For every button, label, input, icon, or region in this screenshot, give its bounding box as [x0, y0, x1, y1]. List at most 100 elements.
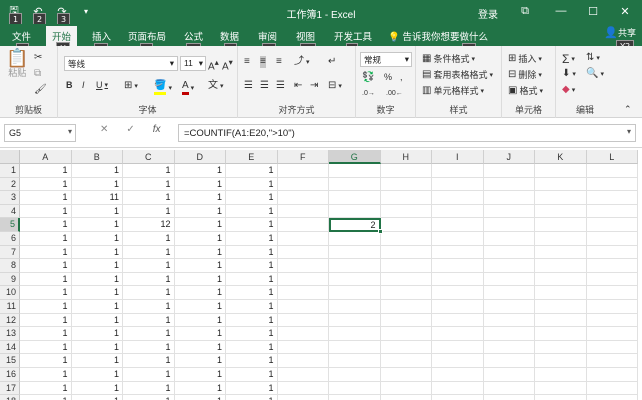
cell[interactable]: 1 [226, 177, 278, 192]
column-header-j[interactable]: J [483, 150, 535, 164]
cell[interactable] [380, 313, 432, 328]
cell[interactable] [586, 218, 638, 232]
cell[interactable]: 1 [123, 368, 175, 382]
cell[interactable]: 1 [71, 354, 123, 368]
cell[interactable] [586, 164, 638, 178]
cell[interactable] [586, 354, 638, 368]
cell[interactable] [432, 272, 484, 287]
cell[interactable]: 1 [20, 204, 72, 219]
cell[interactable]: 1 [71, 300, 123, 314]
tell-me-box[interactable]: 💡 告诉我你想要做什么Q [388, 29, 488, 56]
cell[interactable]: 1 [123, 381, 175, 396]
cell[interactable]: 1 [71, 218, 123, 232]
wrap-text-button[interactable]: ↵ [328, 56, 336, 68]
cell[interactable]: 1 [123, 164, 175, 178]
cell[interactable]: 1 [20, 300, 72, 314]
cell[interactable]: 1 [20, 191, 72, 205]
select-all-button[interactable] [0, 150, 20, 164]
cell[interactable] [586, 259, 638, 273]
percent-button[interactable]: % [384, 72, 392, 82]
cell[interactable] [277, 354, 329, 368]
cell[interactable] [483, 354, 535, 368]
cell[interactable] [277, 300, 329, 314]
cell[interactable]: 1 [174, 381, 226, 396]
cell[interactable]: 1 [71, 177, 123, 192]
cell[interactable]: 1 [71, 340, 123, 355]
cell[interactable]: 1 [174, 272, 226, 287]
cell[interactable] [277, 204, 329, 219]
cell[interactable] [586, 204, 638, 219]
row-header[interactable]: 8 [0, 259, 20, 273]
cell[interactable] [535, 259, 587, 273]
cell[interactable]: 1 [226, 395, 278, 400]
cell[interactable]: 1 [71, 164, 123, 178]
cell[interactable] [277, 272, 329, 287]
fill-button[interactable]: ⬇ ▾ [562, 68, 576, 80]
row-header[interactable]: 9 [0, 272, 20, 287]
cell[interactable] [277, 232, 329, 246]
cell[interactable]: 1 [71, 204, 123, 219]
cell[interactable] [483, 204, 535, 219]
cell[interactable]: 1 [226, 272, 278, 287]
conditional-formatting-button[interactable]: ▦ 条件格式 ▾ [422, 52, 475, 65]
cell[interactable]: 1 [20, 272, 72, 287]
cell[interactable]: 1 [71, 327, 123, 341]
cell[interactable] [432, 313, 484, 328]
cell[interactable]: 1 [20, 340, 72, 355]
cell[interactable] [277, 259, 329, 273]
cell[interactable]: 1 [71, 286, 123, 300]
cell[interactable] [381, 395, 432, 400]
tab-formulas[interactable]: 公式M [184, 29, 203, 56]
cell[interactable]: 1 [174, 300, 226, 314]
cell[interactable]: 1 [174, 204, 226, 219]
row-header[interactable]: 4 [0, 204, 20, 219]
underline-button[interactable]: U ▾ [96, 80, 108, 90]
tab-insert[interactable]: 插入N [92, 29, 111, 56]
tab-page-layout[interactable]: 页面布局P [128, 29, 166, 56]
cell[interactable] [329, 259, 381, 273]
tab-data[interactable]: 数据A [220, 29, 239, 56]
cell[interactable]: 1 [20, 259, 72, 273]
cell[interactable] [586, 245, 638, 260]
cell[interactable]: 1 [71, 245, 123, 260]
cell[interactable]: 1 [226, 259, 278, 273]
column-header-c[interactable]: C [123, 150, 175, 164]
cell[interactable] [432, 368, 484, 382]
cell[interactable]: 1 [123, 300, 175, 314]
cell[interactable] [380, 340, 432, 355]
align-right-button[interactable]: ☰ [276, 80, 285, 92]
cell[interactable] [380, 232, 432, 246]
cell[interactable] [329, 354, 381, 368]
cell[interactable] [329, 245, 381, 260]
share-button[interactable]: 👤共享Y2 [604, 26, 636, 53]
cell[interactable] [484, 395, 535, 400]
cell[interactable]: 1 [123, 232, 175, 246]
align-middle-button[interactable]: ≡ [260, 56, 266, 68]
cell[interactable] [483, 245, 535, 260]
cell[interactable] [432, 164, 484, 178]
find-select-button[interactable]: 🔍 ▾ [586, 68, 604, 80]
cell[interactable] [380, 272, 432, 287]
cell[interactable] [380, 164, 432, 178]
align-top-button[interactable]: ≡ [244, 56, 250, 68]
clear-button[interactable]: ◆ ▾ [562, 84, 575, 96]
cell[interactable] [380, 218, 432, 232]
cell[interactable] [483, 381, 535, 396]
column-header-h[interactable]: H [380, 150, 432, 164]
name-box[interactable]: G5 ▾ [4, 124, 76, 142]
cell[interactable] [483, 340, 535, 355]
cell[interactable]: 1 [20, 164, 72, 178]
column-header-i[interactable]: I [432, 150, 484, 164]
column-header-e[interactable]: E [226, 150, 278, 164]
decrease-indent-button[interactable]: ⇤ [294, 80, 302, 92]
copy-button[interactable]: ⧉ [34, 68, 41, 80]
maximize-button[interactable]: ☐ [578, 2, 608, 20]
cell[interactable] [535, 232, 587, 246]
cell[interactable]: 1 [123, 313, 175, 328]
cell[interactable] [329, 395, 381, 400]
active-cell[interactable]: 2 [329, 218, 381, 232]
delete-cells-button[interactable]: ⊟ 删除 ▾ [508, 68, 542, 81]
cell[interactable] [277, 368, 329, 382]
cell[interactable] [432, 327, 484, 341]
cell[interactable] [483, 286, 535, 300]
